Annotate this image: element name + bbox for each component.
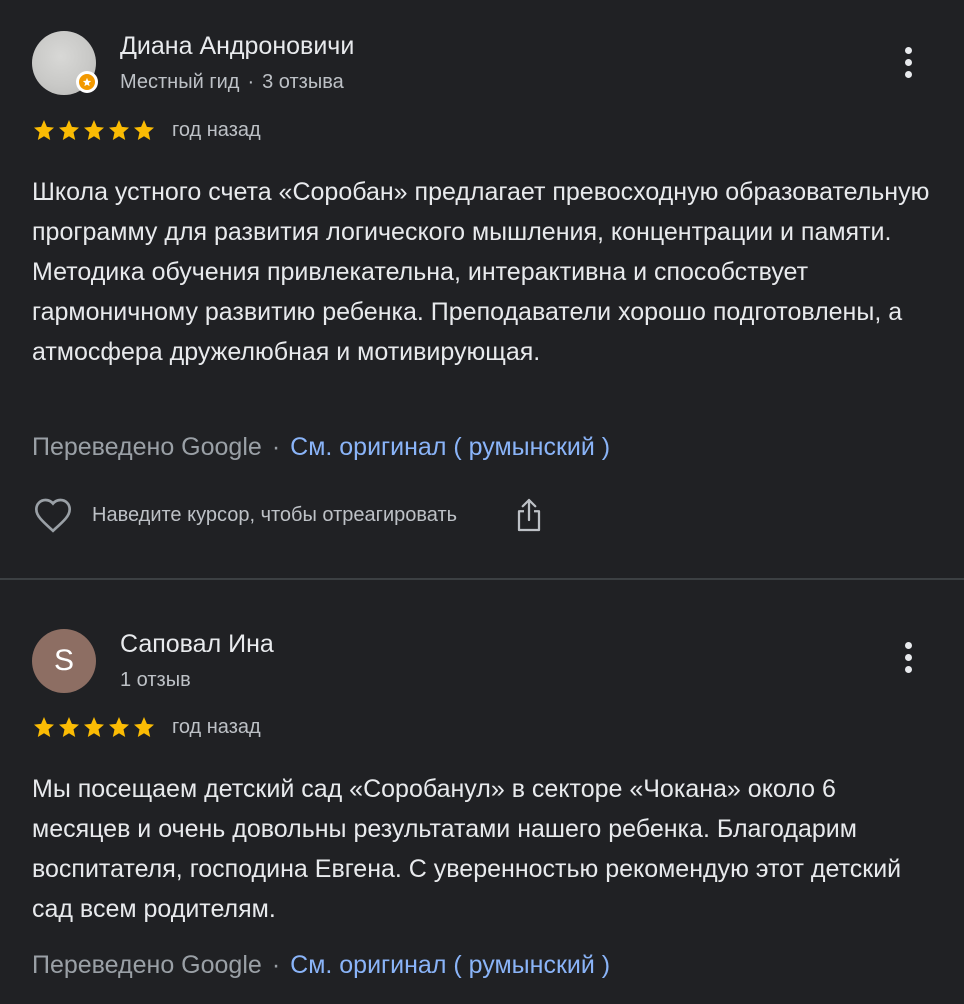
avatar-letter: S (53, 644, 74, 677)
review-header: Диана Андроновичи Местный гид · 3 отзыва (32, 31, 354, 95)
star-icon (84, 717, 104, 737)
star-rating (32, 118, 156, 142)
star-icon (84, 120, 104, 140)
star-icon (134, 120, 154, 140)
heart-outline-icon (34, 498, 72, 533)
avatar[interactable] (32, 31, 98, 95)
more-vert-icon (904, 641, 912, 649)
translation-separator: · (271, 951, 281, 979)
more-vert-icon (904, 46, 912, 54)
review-actions: Наведите курсор, чтобы отреагировать (32, 494, 549, 536)
translation-separator: · (271, 433, 281, 461)
like-button[interactable] (32, 494, 74, 536)
local-guide-label: Местный гид (120, 71, 240, 93)
share-button[interactable] (509, 495, 549, 535)
review-text: Мы посещаем детский сад «Соробанул» в се… (32, 775, 902, 923)
review-count: 1 отзыв (120, 669, 191, 691)
author-name[interactable]: Диана Андроновичи (120, 31, 354, 61)
star-icon (109, 120, 129, 140)
more-vert-icon-dot (904, 70, 912, 78)
author-meta: Местный гид · 3 отзыва (120, 69, 354, 95)
translated-by-label: Переведено Google (32, 433, 262, 461)
review-text: Школа устного счета «Соробан» предлагает… (32, 178, 930, 366)
meta-separator: · (247, 71, 255, 93)
more-vert-icon-dot (904, 653, 912, 661)
more-vert-icon-dot (904, 665, 912, 673)
share-icon (517, 498, 541, 532)
star-icon (134, 717, 154, 737)
translated-by-label: Переведено Google (32, 951, 262, 979)
author-meta: 1 отзыв (120, 667, 274, 693)
more-vert-icon-dot (904, 58, 912, 66)
local-guide-badge-icon (76, 71, 98, 93)
review-card: Диана Андроновичи Местный гид · 3 отзыва г… (0, 0, 964, 578)
author-name[interactable]: Саповал Ина (120, 629, 274, 659)
star-icon (109, 717, 129, 737)
review-date: год назад (172, 118, 261, 141)
react-hint-text: Наведите курсор, чтобы отреагировать (92, 503, 458, 526)
see-original-link[interactable]: См. оригинал ( румынский ) (290, 433, 610, 461)
review-header: S Саповал Ина 1 отзыв (32, 629, 274, 693)
rating-row: год назад (32, 118, 261, 142)
star-rating (32, 715, 156, 739)
star-icon (34, 120, 54, 140)
translation-note: Переведено Google · См. оригинал ( румынск… (32, 431, 610, 463)
more-options-button[interactable] (896, 637, 920, 677)
rating-row: год назад (32, 715, 261, 739)
review-date: год назад (172, 715, 261, 738)
star-icon (34, 717, 54, 737)
see-original-link[interactable]: См. оригинал ( румынский ) (290, 951, 610, 979)
review-count: 3 отзыва (262, 71, 344, 93)
star-icon (59, 120, 79, 140)
author-block: Саповал Ина 1 отзыв (120, 629, 274, 693)
review-card: S Саповал Ина 1 отзыв год назад Мы посещ… (0, 580, 964, 1004)
translation-note: Переведено Google · См. оригинал ( румынск… (32, 949, 610, 981)
author-block: Диана Андроновичи Местный гид · 3 отзыва (120, 31, 354, 95)
more-options-button[interactable] (896, 42, 920, 82)
star-icon (59, 717, 79, 737)
avatar[interactable]: S (32, 629, 96, 693)
